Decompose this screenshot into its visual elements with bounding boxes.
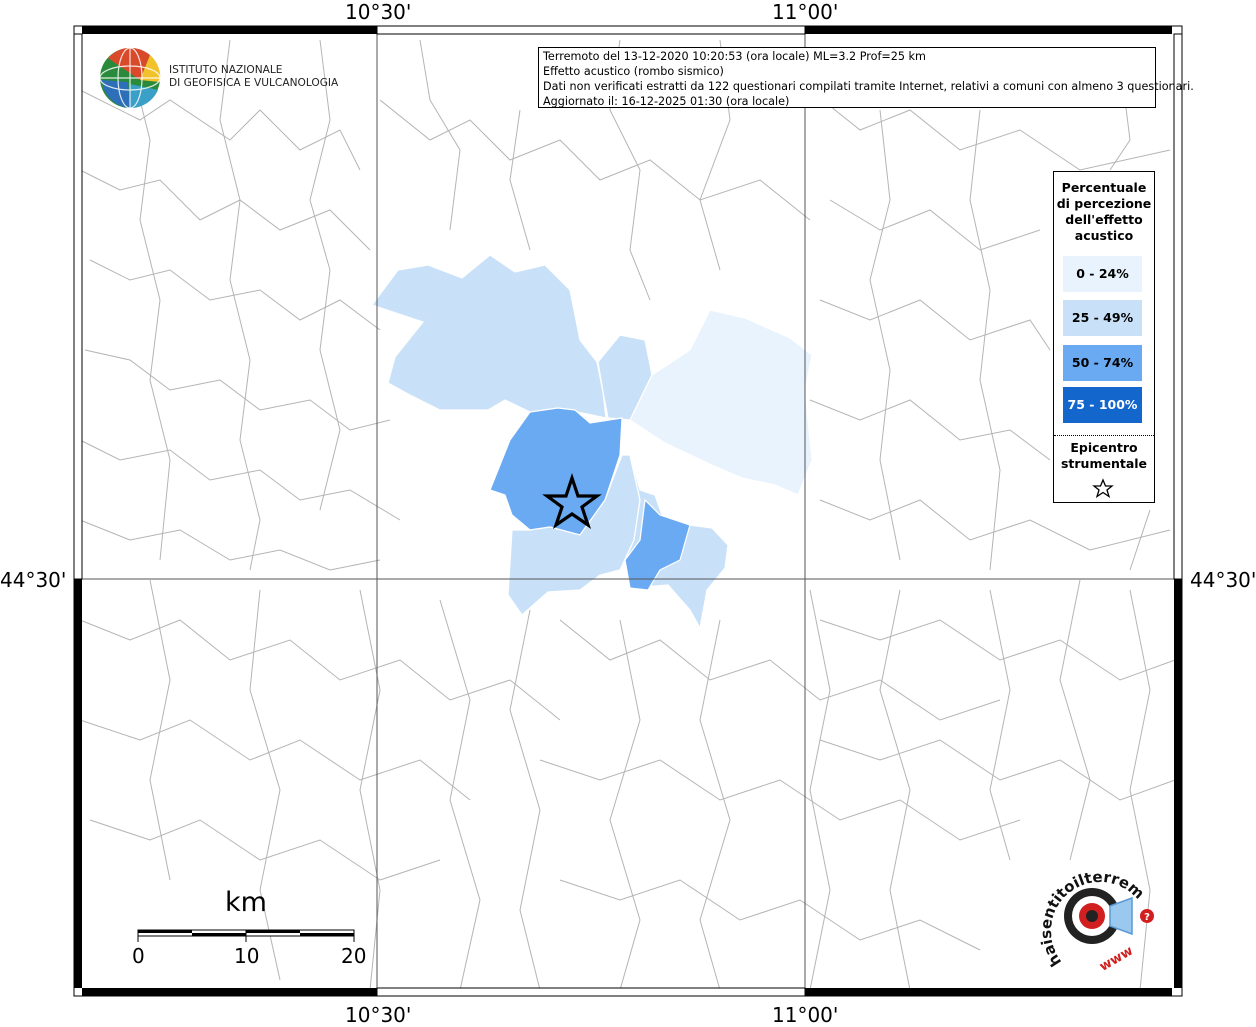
event-subtitle: Effetto acustico (rombo sismico): [543, 65, 724, 78]
event-title: Terremoto del 13-12-2020 10:20:53 (ora l…: [543, 50, 926, 63]
legend-class-0-24: 0 - 24%: [1063, 256, 1142, 292]
legend-epicenter-line: Epicentro: [1070, 440, 1138, 455]
event-updated: Aggiornato il: 16-12-2025 01:30 (ora loc…: [543, 95, 790, 108]
legend-star-icon: [1092, 478, 1114, 498]
scale-tick-0: 0: [132, 944, 145, 968]
right-lat-label: 44°30': [1190, 568, 1256, 592]
legend-divider: [1054, 435, 1154, 436]
bottom-lon-label-2: 11°00': [772, 1003, 839, 1027]
event-data-note: Dati non verificati estratti da 122 ques…: [543, 80, 1194, 93]
svg-text:www: www: [1097, 944, 1136, 975]
map-canvas: ? haisentitoilterremoto.it www: [0, 0, 1183, 997]
legend-class-75-100: 75 - 100%: [1063, 387, 1142, 423]
legend-title-line: dell'effetto: [1065, 212, 1143, 227]
legend-title-line: acustico: [1074, 228, 1134, 243]
legend-class-25-49: 25 - 49%: [1063, 300, 1142, 336]
event-info-box: Terremoto del 13-12-2020 10:20:53 (ora l…: [538, 47, 1194, 108]
felt-area-polygons: [371, 254, 813, 630]
municipality-0-24-east: [629, 309, 813, 496]
scale-unit: km: [225, 887, 267, 918]
legend-epicenter-line: strumentale: [1060, 456, 1148, 471]
legend: Percentuale di percezione dell'effetto a…: [1053, 171, 1155, 503]
ingv-logo-text: ISTITUTO NAZIONALE DI GEOFISICA E VULCAN…: [169, 64, 338, 90]
bottom-lon-label-1: 10°30': [345, 1003, 412, 1027]
top-lon-label-1: 10°30': [345, 0, 412, 24]
scale-tick-20: 20: [341, 944, 367, 968]
municipality-25-49-north: [371, 254, 607, 419]
ingv-globe-icon: [99, 47, 161, 109]
legend-class-50-74: 50 - 74%: [1063, 345, 1142, 381]
legend-title: Percentuale di percezione dell'effetto a…: [1054, 180, 1154, 244]
scale-tick-10: 10: [234, 944, 260, 968]
scale-bar: [137, 929, 355, 942]
legend-title-line: di percezione: [1056, 196, 1152, 211]
legend-title-line: Percentuale: [1061, 180, 1147, 195]
ingv-line-2: DI GEOFISICA E VULCANOLOGIA: [169, 77, 339, 89]
ingv-line-1: ISTITUTO NAZIONALE: [169, 64, 283, 76]
top-lon-label-2: 11°00': [772, 0, 839, 24]
left-lat-label: 44°30': [0, 568, 67, 592]
svg-text:?: ?: [1144, 912, 1150, 923]
legend-epicenter-label: Epicentro strumentale: [1054, 440, 1154, 472]
